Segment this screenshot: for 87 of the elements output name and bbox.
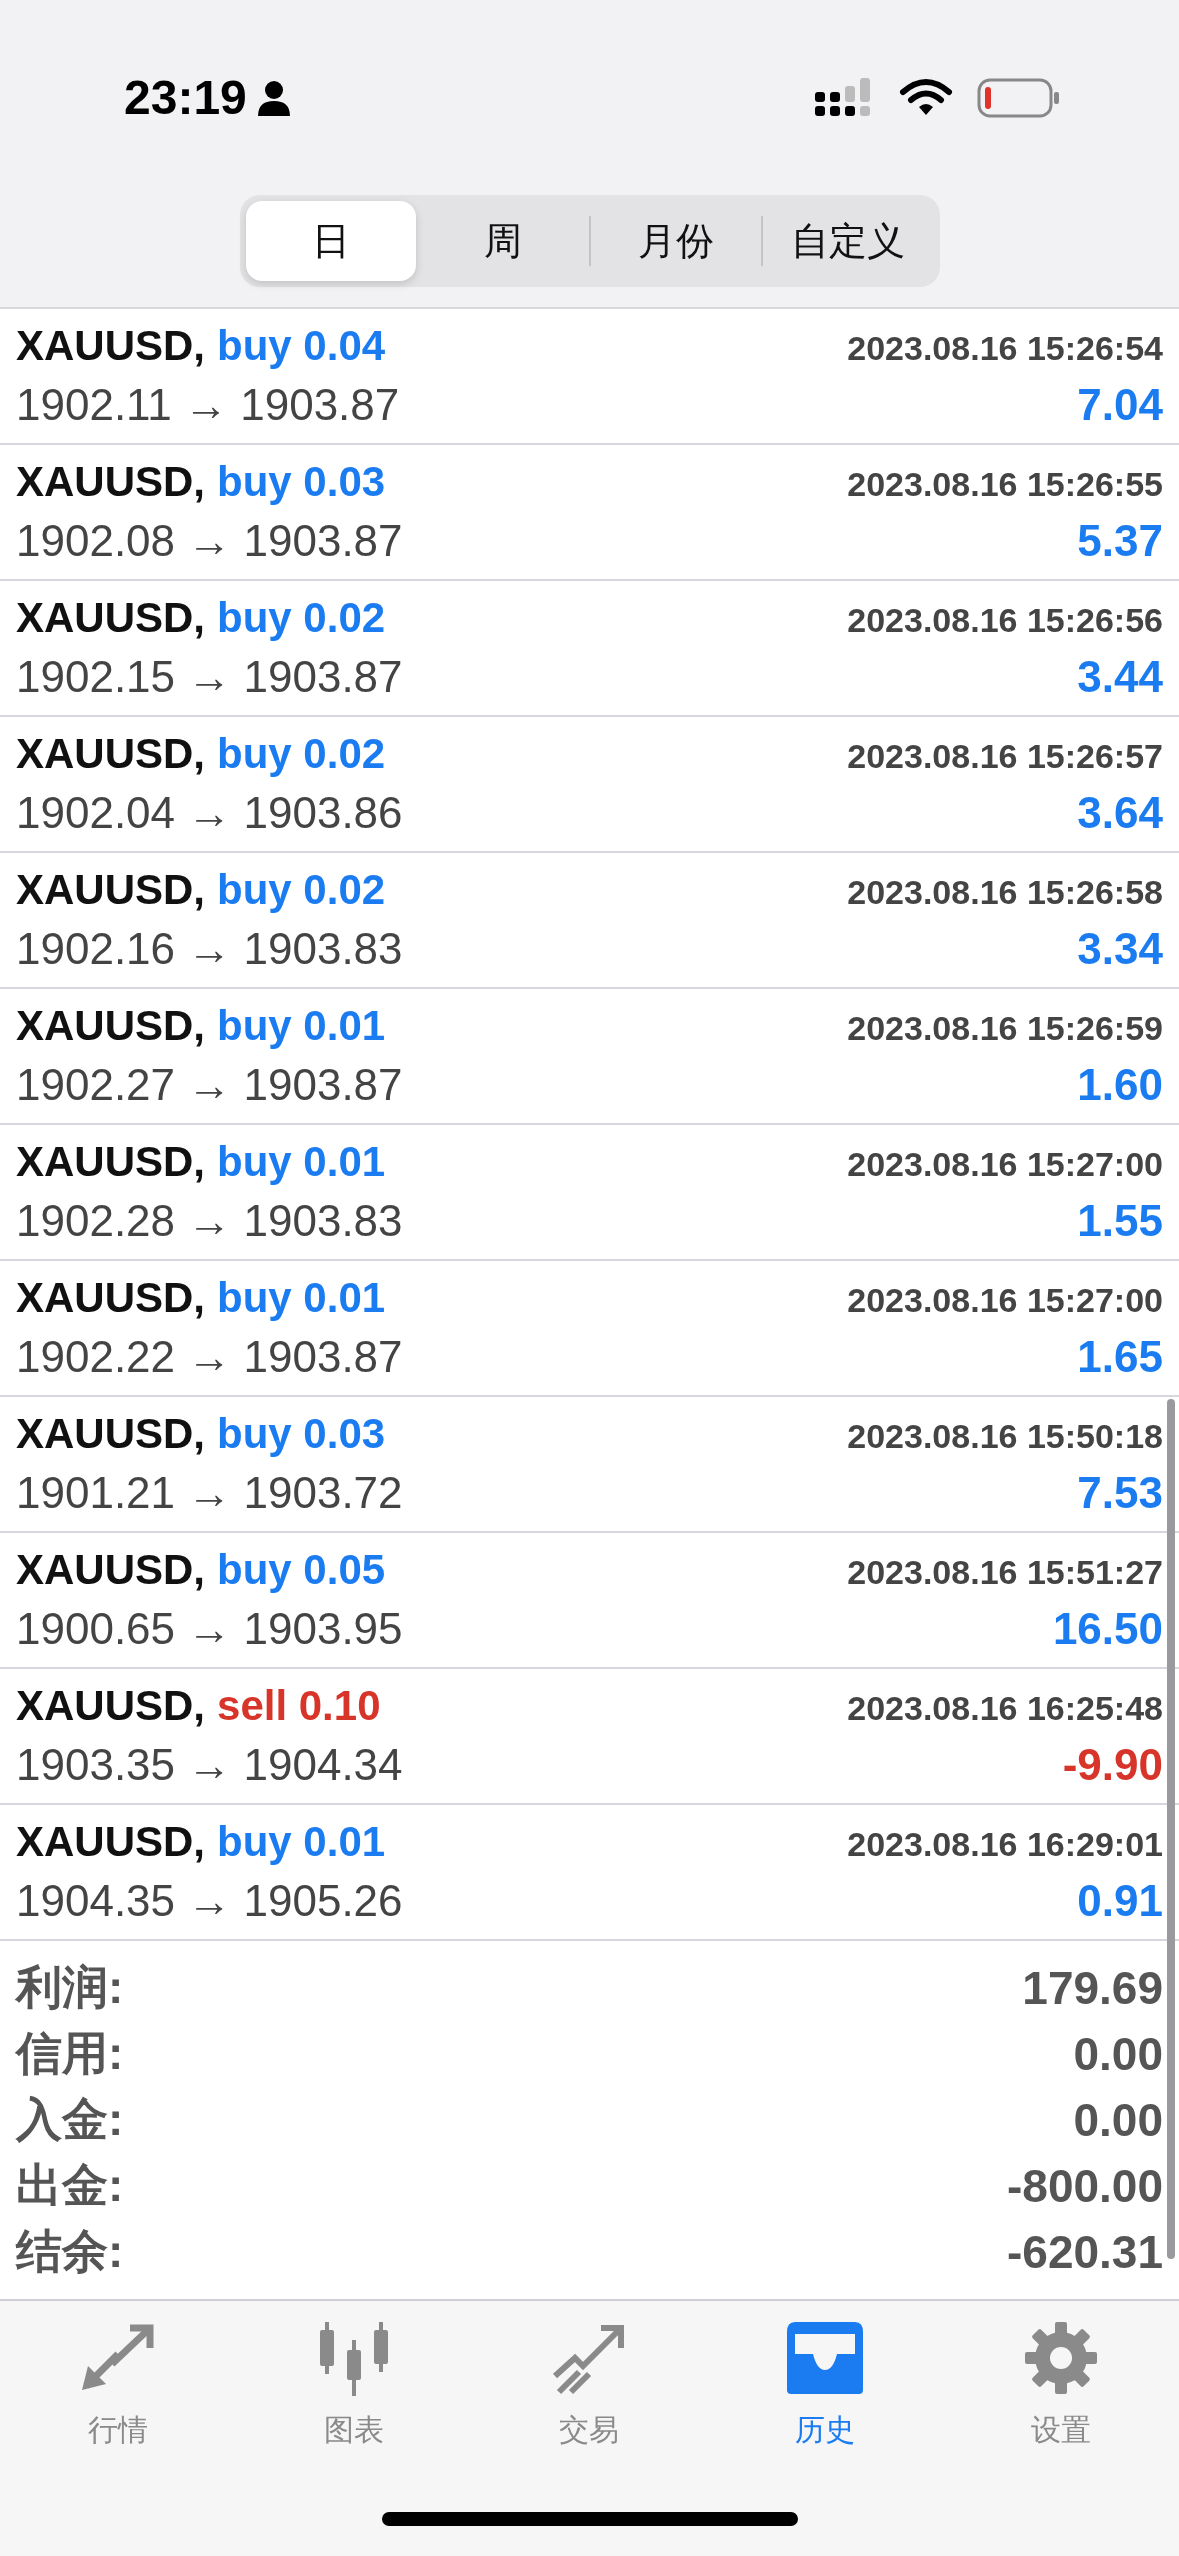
trade-time: 2023.08.16 15:50:18	[847, 1417, 1163, 1456]
trade-profit: 1.65	[1077, 1332, 1163, 1382]
trade-profit: 7.04	[1077, 380, 1163, 430]
trade-row[interactable]: XAUUSD, buy 0.04 2023.08.16 15:26:54 1902.11 → 1903.87 7.04	[0, 309, 1179, 445]
trade-direction: buy 0.03	[217, 458, 386, 506]
symbol-label: XAUUSD,	[16, 1002, 206, 1050]
trade-row[interactable]: XAUUSD, buy 0.02 2023.08.16 15:26:57 1902.04 → 1903.86 3.64	[0, 717, 1179, 853]
trade-time: 2023.08.16 15:26:55	[847, 465, 1163, 504]
trade-time: 2023.08.16 15:51:27	[847, 1553, 1163, 1592]
trade-direction: buy 0.02	[217, 730, 386, 778]
trade-row[interactable]: XAUUSD, buy 0.02 2023.08.16 15:26:56 1902.15 → 1903.87 3.44	[0, 581, 1179, 717]
status-time: 23:19	[124, 70, 247, 125]
price-range: 1902.08 → 1903.87	[16, 516, 403, 566]
trade-direction: buy 0.05	[217, 1546, 386, 1594]
summary-label: 信用:	[16, 2026, 124, 2081]
trade-direction: buy 0.02	[217, 594, 386, 642]
trade-time: 2023.08.16 15:26:54	[847, 329, 1163, 368]
price-range: 1902.27 → 1903.87	[16, 1060, 403, 1110]
trade-row[interactable]: XAUUSD, buy 0.02 2023.08.16 15:26:58 1902.16 → 1903.83 3.34	[0, 853, 1179, 989]
summary-value: 179.69	[1022, 1961, 1163, 2015]
trade-direction: buy 0.01	[217, 1274, 386, 1322]
symbol-label: XAUUSD,	[16, 1138, 206, 1186]
price-range: 1900.65 → 1903.95	[16, 1604, 403, 1654]
symbol-label: XAUUSD,	[16, 866, 206, 914]
segment-tab[interactable]: 周	[418, 201, 589, 281]
price-range: 1902.11 → 1903.87	[16, 380, 400, 430]
trade-row[interactable]: XAUUSD, buy 0.01 2023.08.16 15:27:00 1902.28 → 1903.83 1.55	[0, 1125, 1179, 1261]
price-range: 1901.21 → 1903.72	[16, 1468, 403, 1518]
trade-profit: 3.64	[1077, 788, 1163, 838]
trade-direction: buy 0.01	[217, 1818, 386, 1866]
trade-profit: 1.55	[1077, 1196, 1163, 1246]
price-range: 1902.15 → 1903.87	[16, 652, 403, 702]
person-icon	[256, 79, 291, 116]
trade-profit: -9.90	[1062, 1740, 1163, 1790]
symbol-label: XAUUSD,	[16, 730, 206, 778]
trade-direction: buy 0.03	[217, 1410, 386, 1458]
price-range: 1904.35 → 1905.26	[16, 1876, 403, 1926]
summary-label: 入金:	[16, 2092, 124, 2147]
trade-direction: sell 0.10	[217, 1682, 381, 1730]
summary-label: 出金:	[16, 2158, 124, 2213]
trade-direction: buy 0.01	[217, 1002, 386, 1050]
trade-direction: buy 0.02	[217, 866, 386, 914]
tab-bar-item[interactable]: 历史	[707, 2319, 944, 2452]
trade-profit: 3.44	[1077, 652, 1163, 702]
trade-row[interactable]: XAUUSD, buy 0.03 2023.08.16 15:26:55 1902.08 → 1903.87 5.37	[0, 445, 1179, 581]
trade-profit: 5.37	[1077, 516, 1163, 566]
symbol-label: XAUUSD,	[16, 1818, 206, 1866]
trade-time: 2023.08.16 15:26:58	[847, 873, 1163, 912]
symbol-label: XAUUSD,	[16, 1682, 206, 1730]
trade-time: 2023.08.16 16:29:01	[847, 1825, 1163, 1864]
trade-profit: 7.53	[1077, 1468, 1163, 1518]
trade-profit: 3.34	[1077, 924, 1163, 974]
inbox-tray-icon	[785, 2320, 866, 2396]
summary-value: -800.00	[1007, 2159, 1163, 2213]
trade-row[interactable]: XAUUSD, buy 0.01 2023.08.16 15:27:00 1902.22 → 1903.87 1.65	[0, 1261, 1179, 1397]
symbol-label: XAUUSD,	[16, 594, 206, 642]
symbol-label: XAUUSD,	[16, 1274, 206, 1322]
trade-profit: 16.50	[1052, 1604, 1163, 1654]
summary-value: 0.00	[1073, 2093, 1163, 2147]
segment-tab[interactable]: 月份	[590, 201, 761, 281]
trade-time: 2023.08.16 15:27:00	[847, 1145, 1163, 1184]
trade-time: 2023.08.16 15:26:59	[847, 1009, 1163, 1048]
battery-icon	[977, 77, 1061, 118]
price-range: 1903.35 → 1904.34	[16, 1740, 403, 1790]
trade-time: 2023.08.16 16:25:48	[847, 1689, 1163, 1728]
price-range: 1902.22 → 1903.87	[16, 1332, 403, 1382]
symbol-label: XAUUSD,	[16, 1410, 206, 1458]
symbol-label: XAUUSD,	[16, 458, 206, 506]
summary-label: 结余:	[16, 2224, 124, 2279]
trade-profit: 1.60	[1077, 1060, 1163, 1110]
price-range: 1902.16 → 1903.83	[16, 924, 403, 974]
price-range: 1902.04 → 1903.86	[16, 788, 403, 838]
trade-direction: buy 0.01	[217, 1138, 386, 1186]
trade-time: 2023.08.16 15:27:00	[847, 1281, 1163, 1320]
price-range: 1902.28 → 1903.83	[16, 1196, 403, 1246]
summary-label: 利润:	[16, 1960, 124, 2015]
summary-value: -620.31	[1007, 2225, 1163, 2279]
trade-profit: 0.91	[1077, 1876, 1163, 1926]
symbol-label: XAUUSD,	[16, 1546, 206, 1594]
trade-time: 2023.08.16 15:26:56	[847, 601, 1163, 640]
trade-direction: buy 0.04	[217, 322, 386, 370]
segment-tab[interactable]: 自定义	[763, 201, 934, 281]
segment-tab[interactable]: 日	[245, 201, 416, 281]
summary-value: 0.00	[1073, 2027, 1163, 2081]
trade-time: 2023.08.16 15:26:57	[847, 737, 1163, 776]
trade-row[interactable]: XAUUSD, buy 0.01 2023.08.16 15:26:59 1902.27 → 1903.87 1.60	[0, 989, 1179, 1125]
symbol-label: XAUUSD,	[16, 322, 206, 370]
